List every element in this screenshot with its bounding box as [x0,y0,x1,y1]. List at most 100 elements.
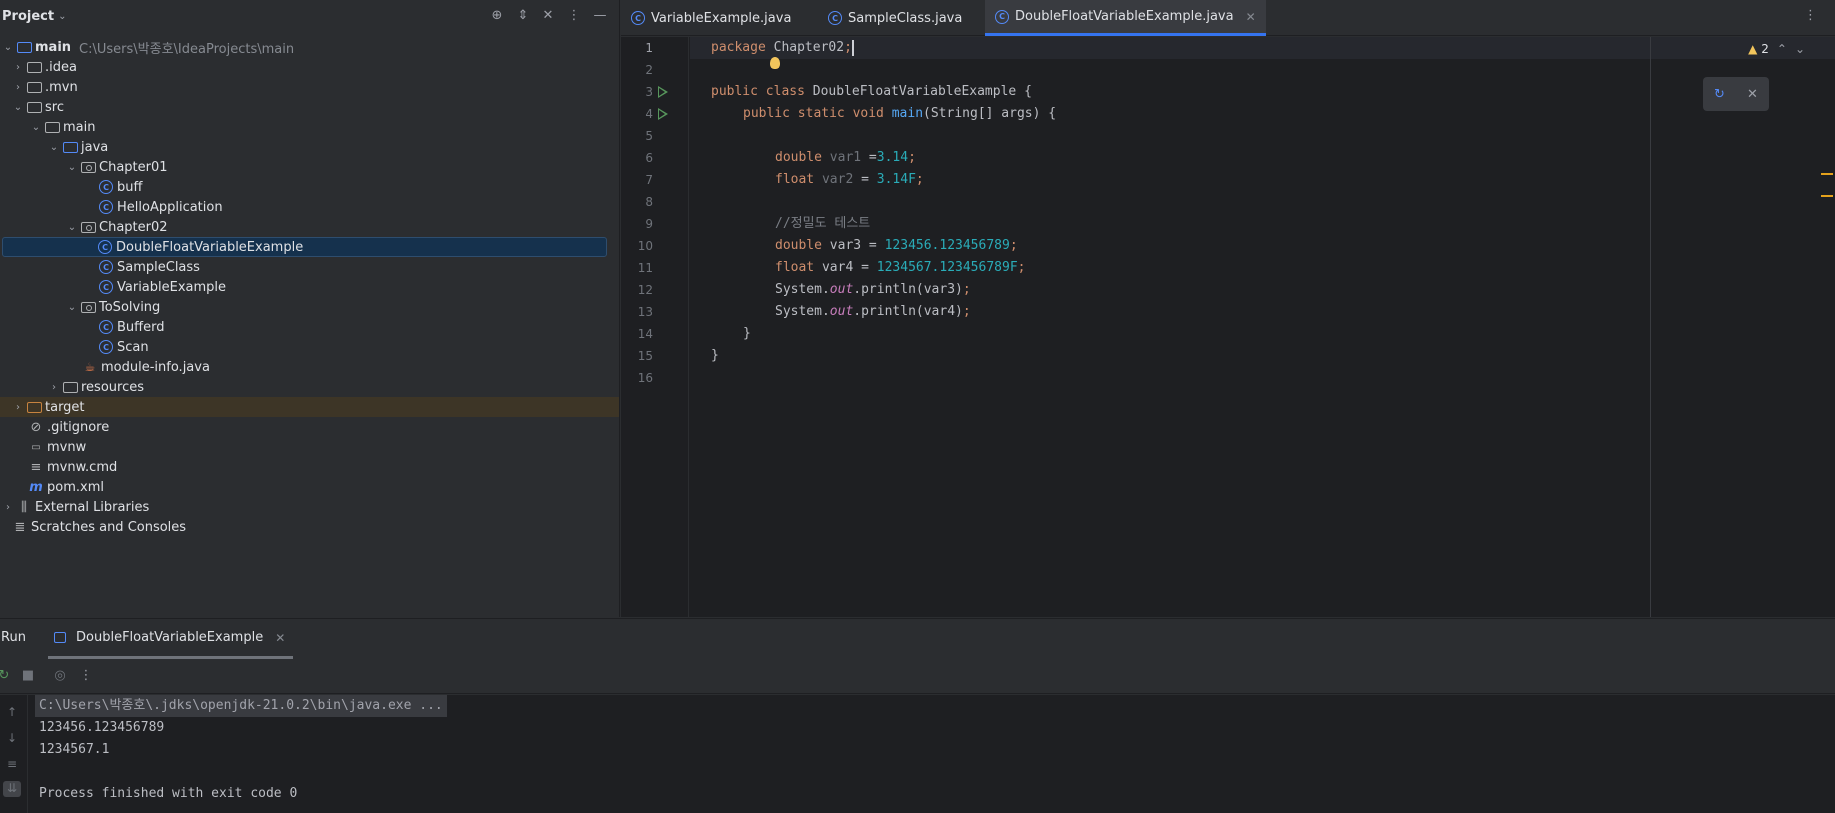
console-command-line[interactable]: C:\Users\박종호\.jdks\openjdk-21.0.2\bin\ja… [35,695,447,717]
tree-item-scan[interactable]: C Scan [0,337,609,357]
code-line-14: } [690,323,1835,345]
class-icon: C [98,320,114,334]
tree-item-module-info[interactable]: ☕ module-info.java [0,357,609,377]
chevron-right-icon[interactable]: › [10,82,26,93]
chevron-down-icon[interactable]: ⌄ [58,11,66,22]
tree-item-java[interactable]: ⌄ java [0,137,609,157]
code-token: public static void [743,106,884,121]
rerun-icon[interactable]: ↻ [0,668,12,684]
run-gutter-icon[interactable] [658,86,668,98]
chevron-right-icon[interactable]: › [10,62,26,73]
expand-all-icon[interactable]: ⇕ [514,7,532,25]
arrow-up-icon[interactable]: ↑ [3,705,21,721]
tree-item-tosolving[interactable]: ⌄ ToSolving [0,297,609,317]
arrow-down-icon[interactable]: ↓ [3,731,21,747]
code-token: } [711,348,719,363]
line-number: 12 [637,283,653,297]
class-icon: C [631,11,645,25]
tab-sampleclass[interactable]: C SampleClass.java [818,0,972,36]
run-tab[interactable]: DoubleFloatVariableExample ✕ [48,619,294,659]
chevron-down-icon[interactable]: ⌄ [10,102,26,113]
chevron-down-icon[interactable]: ⌄ [64,162,80,173]
chevron-down-icon[interactable]: ⌄ [0,42,16,53]
maven-reload-icon[interactable]: ↻ [1714,87,1725,102]
chevron-down-icon[interactable]: ⌄ [46,142,62,153]
code-token: var1 [821,150,862,165]
chevron-down-icon[interactable]: ⌄ [1795,42,1805,56]
scroll-to-end-icon[interactable]: ⇊ [3,781,21,797]
tab-doublefloatvariableexample[interactable]: C DoubleFloatVariableExample.java ✕ [985,0,1266,36]
tree-item-target[interactable]: › target [0,397,619,417]
line-number: 7 [645,173,653,187]
more-options-icon[interactable]: ⋮ [78,668,94,684]
close-icon[interactable]: ✕ [1747,87,1758,102]
tree-item-chapter02[interactable]: ⌄ Chapter02 [0,217,609,237]
close-icon[interactable]: ✕ [275,631,285,645]
code-token: (String[] args) { [923,106,1057,121]
code-token: ; [915,172,924,187]
editor-gutter: 1 2 3 4 5 6 7 8 9 10 11 12 13 14 15 16 [621,37,689,617]
tree-item-variableexample[interactable]: C VariableExample [0,277,609,297]
tree-item-resources[interactable]: › resources [0,377,609,397]
tree-item-scratches[interactable]: ≣ Scratches and Consoles [0,517,609,537]
tree-item-doublefloatvariableexample[interactable]: C DoubleFloatVariableExample [2,237,607,257]
hide-panel-icon[interactable]: — [591,7,609,25]
console-output[interactable]: C:\Users\박종호\.jdks\openjdk-21.0.2\bin\ja… [28,695,1835,813]
tree-item-pom[interactable]: m pom.xml [0,477,609,497]
warning-stripe[interactable] [1821,173,1833,175]
close-icon[interactable]: ✕ [1246,10,1256,24]
soft-wrap-icon[interactable]: ≡ [3,757,21,773]
tree-item-chapter01[interactable]: ⌄ Chapter01 [0,157,609,177]
code-token: ; [1009,238,1018,253]
library-icon: ⫼ [21,499,27,515]
package-icon [80,160,96,174]
tree-item-label: VariableExample [117,279,227,295]
warning-stripe[interactable] [1821,195,1833,197]
tree-item-gitignore[interactable]: ⊘ .gitignore [0,417,609,437]
tree-item-external-libraries[interactable]: › ⫼ External Libraries [0,497,609,517]
tree-item-main-root[interactable]: ⌄ main C:\Users\박종호\IdeaProjects\main [0,37,609,57]
tree-item-idea[interactable]: › .idea [0,57,609,77]
code-area[interactable]: package Chapter02; public class DoubleFl… [690,37,1835,617]
source-folder-icon [62,140,78,154]
collapse-all-icon[interactable]: ✕ [539,7,557,25]
tree-item-label: Scan [117,339,149,355]
tab-label: SampleClass.java [848,10,963,26]
package-icon [80,300,96,314]
line-number: 2 [645,63,653,77]
tree-item-src[interactable]: ⌄ src [0,97,609,117]
code-token: ; [844,40,852,55]
warning-icon: ▲ [1748,42,1758,56]
code-comment: //정밀도 테스트 [775,216,871,231]
project-title[interactable]: Project [2,9,54,24]
chevron-down-icon[interactable]: ⌄ [64,302,80,313]
package-icon [80,220,96,234]
tree-item-bufferd[interactable]: C Bufferd [0,317,609,337]
line-number: 10 [637,239,653,253]
tree-item-mvnw-cmd[interactable]: ≡ mvnw.cmd [0,457,609,477]
tree-item-helloapplication[interactable]: C HelloApplication [0,197,609,217]
tree-item-buff[interactable]: C buff [0,177,609,197]
more-tabs-icon[interactable]: ⋮ [1804,8,1817,23]
tree-item-mvnw[interactable]: ▭ mvnw [0,437,609,457]
inspection-widget[interactable]: ▲ 2 ⌃ ⌄ [1748,42,1805,56]
stop-icon[interactable]: ■ [20,668,36,684]
chevron-right-icon[interactable]: › [0,502,16,513]
chevron-up-icon[interactable]: ⌃ [1777,42,1787,56]
chevron-right-icon[interactable]: › [46,382,62,393]
tree-item-mvn[interactable]: › .mvn [0,77,609,97]
chevron-right-icon[interactable]: › [10,402,26,413]
code-token: double [775,238,822,253]
tree-item-sampleclass[interactable]: C SampleClass [0,257,609,277]
chevron-down-icon[interactable]: ⌄ [28,122,44,133]
camera-icon[interactable]: ◎ [52,668,68,684]
run-gutter-icon[interactable] [658,108,668,120]
tree-item-src-main[interactable]: ⌄ main [0,117,609,137]
chevron-down-icon[interactable]: ⌄ [64,222,80,233]
code-editor[interactable]: 1 2 3 4 5 6 7 8 9 10 11 12 13 14 15 16 p… [621,37,1835,617]
tab-variableexample[interactable]: C VariableExample.java [621,0,801,36]
lightbulb-icon[interactable] [770,57,780,69]
more-options-icon[interactable]: ⋮ [565,7,583,25]
line-number: 8 [645,195,653,209]
locate-icon[interactable]: ⊕ [488,7,506,25]
